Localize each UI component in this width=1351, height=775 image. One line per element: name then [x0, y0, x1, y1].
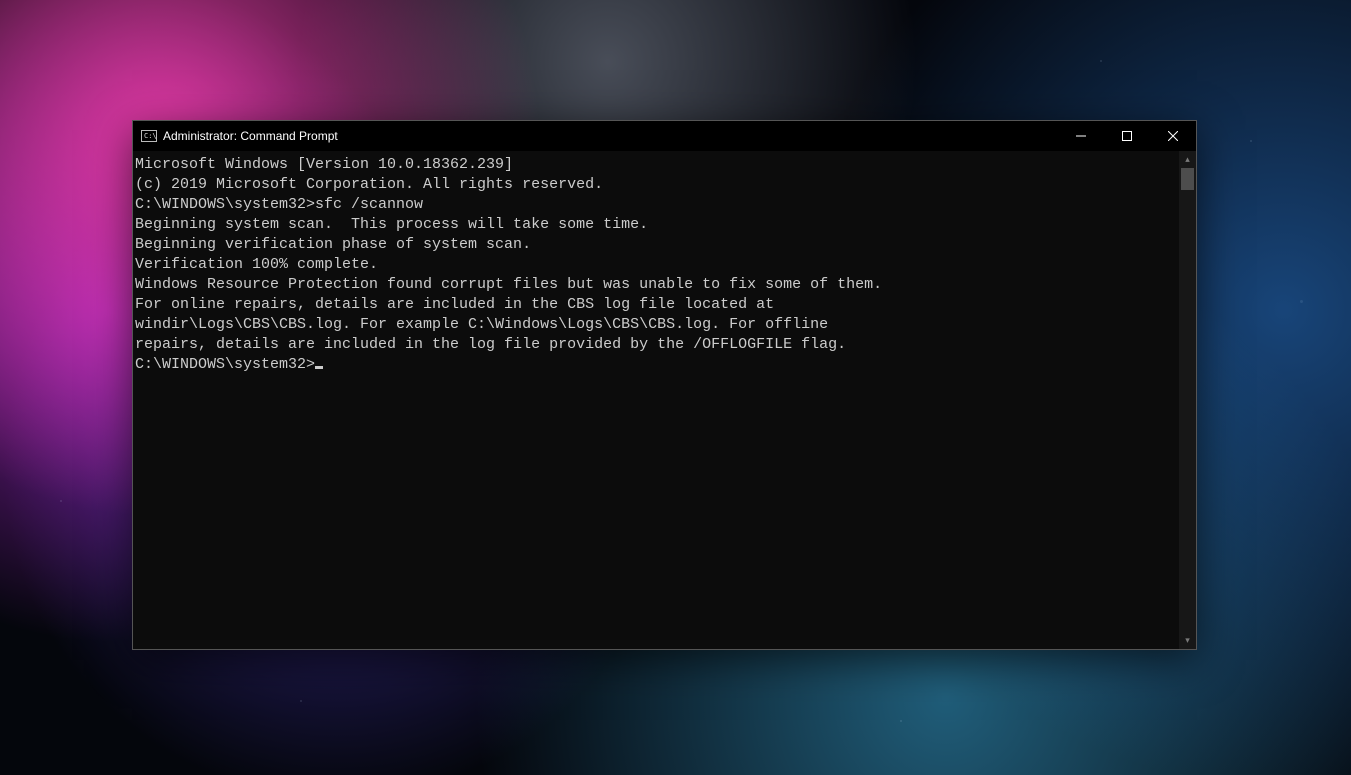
- console-line: repairs, details are included in the log…: [135, 335, 1177, 355]
- svg-text:C:\: C:\: [144, 132, 157, 140]
- console-line: C:\WINDOWS\system32>: [135, 355, 1177, 375]
- scrollbar-thumb[interactable]: [1181, 168, 1194, 190]
- console-line: Verification 100% complete.: [135, 255, 1177, 275]
- scroll-up-arrow-icon[interactable]: ▴: [1179, 151, 1196, 168]
- maximize-button[interactable]: [1104, 121, 1150, 151]
- close-button[interactable]: [1150, 121, 1196, 151]
- console-line: windir\Logs\CBS\CBS.log. For example C:\…: [135, 315, 1177, 335]
- titlebar[interactable]: C:\ Administrator: Command Prompt: [133, 121, 1196, 151]
- console-line: C:\WINDOWS\system32>sfc /scannow: [135, 195, 1177, 215]
- minimize-button[interactable]: [1058, 121, 1104, 151]
- console-line: Windows Resource Protection found corrup…: [135, 275, 1177, 295]
- text-cursor: [315, 366, 323, 369]
- console-line: Beginning verification phase of system s…: [135, 235, 1177, 255]
- console-line: For online repairs, details are included…: [135, 295, 1177, 315]
- console-output[interactable]: Microsoft Windows [Version 10.0.18362.23…: [133, 151, 1179, 649]
- console-line: (c) 2019 Microsoft Corporation. All righ…: [135, 175, 1177, 195]
- vertical-scrollbar[interactable]: ▴ ▾: [1179, 151, 1196, 649]
- window-title: Administrator: Command Prompt: [163, 129, 338, 143]
- scroll-down-arrow-icon[interactable]: ▾: [1179, 632, 1196, 649]
- command-prompt-window[interactable]: C:\ Administrator: Command Prompt Micros…: [132, 120, 1197, 650]
- command-prompt-icon: C:\: [141, 130, 157, 142]
- console-line: Microsoft Windows [Version 10.0.18362.23…: [135, 155, 1177, 175]
- console-line: Beginning system scan. This process will…: [135, 215, 1177, 235]
